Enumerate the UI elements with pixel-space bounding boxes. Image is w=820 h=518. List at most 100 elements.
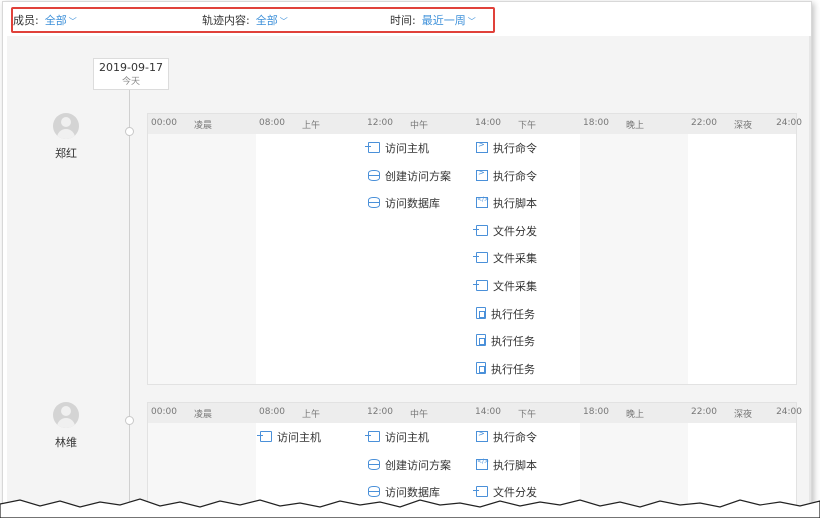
member-filter-value[interactable]: 全部 — [45, 14, 67, 27]
time-filter-label: 时间: — [390, 14, 416, 27]
activity-label: 执行脚本 — [493, 197, 537, 211]
activity-item[interactable]: 访问主机 — [257, 429, 321, 445]
period-label: 下午 — [518, 121, 537, 131]
app-window: 成员: 全部 ﹀ 轨迹内容: 全部 ﹀ 时间: 最近一周 ﹀ 2019-09-17 今天 郑… — [2, 1, 812, 516]
avatar — [53, 113, 79, 139]
monitor-icon — [365, 431, 380, 442]
activity-label: 访问主机 — [277, 431, 321, 444]
time-label-end: 24:00 — [776, 118, 802, 128]
time-label: 08:00 — [259, 407, 285, 417]
date-value: 2019-09-17 — [99, 61, 163, 74]
period-label: 上午 — [302, 121, 321, 131]
activity-item[interactable]: 访问主机 — [365, 429, 429, 445]
timeline-node — [125, 127, 134, 136]
time-label-end: 24:00 — [776, 407, 802, 417]
time-filter-value[interactable]: 最近一周 — [422, 14, 466, 27]
period-label: 上午 — [302, 410, 321, 420]
time-label: 08:00 — [259, 118, 285, 128]
period-label: 晚上 — [626, 410, 645, 420]
time-label: 12:00 — [367, 407, 393, 417]
time-label: 22:00 — [691, 407, 717, 417]
database-icon — [368, 169, 380, 181]
activity-label: 执行命令 — [493, 142, 537, 155]
activity-item[interactable]: 创建访问方案 — [368, 457, 451, 473]
chevron-down-icon[interactable]: ﹀ — [69, 17, 77, 26]
monitor-icon — [473, 224, 488, 236]
activity-label: 执行命令 — [493, 169, 537, 183]
member-name: 林维 — [55, 436, 77, 449]
period-label: 凌晨 — [194, 121, 213, 131]
chevron-down-icon[interactable]: ﹀ — [468, 17, 476, 26]
period-label: 中午 — [410, 410, 429, 420]
member-name: 郑红 — [55, 147, 77, 160]
activity-item[interactable]: 创建访问方案 — [368, 168, 451, 184]
activity-item[interactable]: 执行命令 — [476, 168, 537, 184]
code-icon — [476, 196, 489, 209]
time-label: 22:00 — [691, 118, 717, 128]
activity-label: 访问主机 — [385, 431, 429, 444]
activity-item[interactable]: 文件采集 — [473, 278, 537, 294]
code-icon — [476, 458, 489, 470]
timeline-axis — [129, 82, 130, 512]
period-label: 凌晨 — [194, 410, 213, 420]
period-label: 深夜 — [734, 410, 753, 420]
time-column — [580, 134, 688, 384]
time-label: 14:00 — [475, 407, 501, 417]
member-filter[interactable]: 成员: 全部 ﹀ — [13, 12, 77, 28]
period-label: 中午 — [410, 121, 429, 131]
member-1: 林维 — [43, 402, 89, 450]
activity-item[interactable]: 执行脚本 — [476, 195, 537, 211]
monitor-icon — [257, 431, 272, 442]
activity-label: 访问主机 — [385, 142, 429, 155]
time-column — [688, 134, 796, 384]
activity-item[interactable]: 访问数据库 — [368, 195, 440, 211]
timeline-header: 00:00 凌晨 08:00 上午 12:00 中午 14:00 下午 18:00 晚上 22:00… — [148, 403, 802, 423]
activity-item[interactable]: 执行任务 — [476, 361, 535, 377]
time-label: 12:00 — [367, 118, 393, 128]
activity-item[interactable]: 执行脚本 — [476, 457, 537, 473]
task-icon — [476, 361, 486, 374]
activity-item[interactable]: 文件分发 — [473, 223, 537, 239]
activity-item[interactable]: 执行命令 — [476, 429, 537, 445]
activity-label: 执行任务 — [491, 307, 535, 321]
terminal-icon — [476, 140, 488, 153]
activity-label: 文件分发 — [493, 224, 537, 238]
scrollbar[interactable] — [809, 36, 811, 515]
monitor-icon — [473, 252, 488, 264]
avatar — [53, 402, 79, 428]
member-filter-label: 成员: — [13, 14, 39, 27]
activity-label: 创建访问方案 — [385, 458, 451, 472]
task-icon — [476, 334, 486, 347]
content-filter-label: 轨迹内容: — [202, 14, 250, 27]
terminal-icon — [476, 168, 488, 181]
date-marker: 2019-09-17 今天 — [93, 58, 169, 90]
activity-item[interactable]: 访问主机 — [365, 140, 429, 156]
activity-label: 执行命令 — [493, 431, 537, 444]
time-label: 14:00 — [475, 118, 501, 128]
torn-edge — [0, 498, 820, 518]
activity-label: 访问数据库 — [385, 197, 440, 211]
activity-label: 文件采集 — [493, 252, 537, 266]
activity-label: 执行脚本 — [493, 458, 537, 472]
timeline-node — [125, 416, 134, 425]
time-column: 访问主机创建访问方案 访问数据库 — [364, 134, 472, 384]
period-label: 晚上 — [626, 121, 645, 131]
activity-item[interactable]: 执行任务 — [476, 306, 535, 322]
time-label: 00:00 — [151, 407, 177, 417]
database-icon — [368, 197, 380, 209]
content-filter[interactable]: 轨迹内容: 全部 ﹀ — [202, 12, 288, 28]
time-label: 18:00 — [583, 407, 609, 417]
activity-label: 文件采集 — [493, 280, 537, 293]
monitor-icon — [473, 280, 488, 291]
content-filter-value[interactable]: 全部 — [256, 14, 278, 27]
activity-item[interactable]: 文件采集 — [473, 250, 537, 266]
task-icon — [476, 306, 486, 319]
time-column — [256, 134, 364, 384]
activity-item[interactable]: 执行任务 — [476, 333, 535, 349]
activity-item[interactable]: 执行命令 — [476, 140, 537, 156]
chevron-down-icon[interactable]: ﹀ — [280, 17, 288, 26]
database-icon — [368, 458, 380, 470]
activity-grid: 00:00 凌晨 08:00 上午 12:00 中午 14:00 下午 18:00 晚上 22:00… — [147, 113, 802, 385]
time-filter[interactable]: 时间: 最近一周 ﹀ — [390, 12, 476, 28]
terminal-icon — [476, 429, 488, 442]
